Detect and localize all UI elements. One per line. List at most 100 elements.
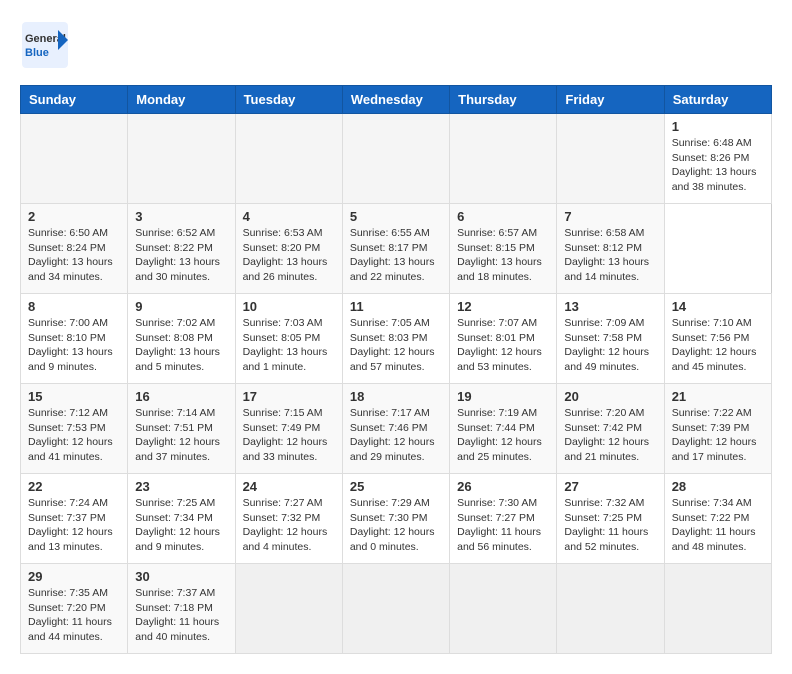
day-cell: 3Sunrise: 6:52 AMSunset: 8:22 PMDaylight… (128, 204, 235, 294)
day-number: 13 (564, 299, 656, 314)
day-info: Sunrise: 7:22 AMSunset: 7:39 PMDaylight:… (672, 406, 764, 465)
day-info: Sunrise: 6:50 AMSunset: 8:24 PMDaylight:… (28, 226, 120, 285)
empty-cell (450, 114, 557, 204)
empty-cell (342, 114, 449, 204)
day-cell: 24 Sunrise: 7:27 AMSunset: 7:32 PMDayligh… (235, 474, 342, 564)
day-info: Sunrise: 6:48 AMSunset: 8:26 PMDaylight:… (672, 136, 764, 195)
day-info: Sunrise: 7:10 AMSunset: 7:56 PMDaylight:… (672, 316, 764, 375)
day-number: 8 (28, 299, 120, 314)
day-info: Sunrise: 6:57 AMSunset: 8:15 PMDaylight:… (457, 226, 549, 285)
day-info: Sunrise: 6:53 AMSunset: 8:20 PMDaylight:… (243, 226, 335, 285)
day-cell: 4 Sunrise: 6:53 AMSunset: 8:20 PMDaylight… (235, 204, 342, 294)
day-cell: 14 Sunrise: 7:10 AMSunset: 7:56 PMDayligh… (664, 294, 771, 384)
day-info: Sunrise: 7:34 AMSunset: 7:22 PMDaylight:… (672, 496, 764, 555)
day-number: 17 (243, 389, 335, 404)
day-number: 9 (135, 299, 227, 314)
day-number: 23 (135, 479, 227, 494)
calendar-week-row: 22Sunrise: 7:24 AMSunset: 7:37 PMDayligh… (21, 474, 772, 564)
empty-cell (342, 564, 449, 654)
day-header-wednesday: Wednesday (342, 86, 449, 114)
day-number: 25 (350, 479, 442, 494)
day-cell: 5 Sunrise: 6:55 AMSunset: 8:17 PMDaylight… (342, 204, 449, 294)
day-number: 28 (672, 479, 764, 494)
day-cell: 26 Sunrise: 7:30 AMSunset: 7:27 PMDayligh… (450, 474, 557, 564)
day-number: 1 (672, 119, 764, 134)
day-cell: 27 Sunrise: 7:32 AMSunset: 7:25 PMDayligh… (557, 474, 664, 564)
empty-cell (128, 114, 235, 204)
day-cell: 18Sunrise: 7:17 AMSunset: 7:46 PMDayligh… (342, 384, 449, 474)
empty-cell (557, 564, 664, 654)
day-cell: 15 Sunrise: 7:12 AMSunset: 7:53 PMDayligh… (21, 384, 128, 474)
day-cell: 25 Sunrise: 7:29 AMSunset: 7:30 PMDayligh… (342, 474, 449, 564)
day-number: 4 (243, 209, 335, 224)
calendar-week-row: 8Sunrise: 7:00 AMSunset: 8:10 PMDaylight… (21, 294, 772, 384)
day-info: Sunrise: 7:32 AMSunset: 7:25 PMDaylight:… (564, 496, 656, 555)
day-info: Sunrise: 7:27 AMSunset: 7:32 PMDaylight:… (243, 496, 335, 555)
day-cell: 1 Sunrise: 6:48 AMSunset: 8:26 PMDaylight… (664, 114, 771, 204)
empty-cell (235, 114, 342, 204)
day-info: Sunrise: 7:29 AMSunset: 7:30 PMDaylight:… (350, 496, 442, 555)
day-info: Sunrise: 6:55 AMSunset: 8:17 PMDaylight:… (350, 226, 442, 285)
day-info: Sunrise: 7:37 AMSunset: 7:18 PMDaylight:… (135, 586, 227, 645)
day-cell: 6 Sunrise: 6:57 AMSunset: 8:15 PMDaylight… (450, 204, 557, 294)
calendar-week-row: 29 Sunrise: 7:35 AMSunset: 7:20 PMDayligh… (21, 564, 772, 654)
logo-icon: General Blue (20, 20, 70, 70)
day-number: 10 (243, 299, 335, 314)
day-info: Sunrise: 7:25 AMSunset: 7:34 PMDaylight:… (135, 496, 227, 555)
day-cell: 20Sunrise: 7:20 AMSunset: 7:42 PMDayligh… (557, 384, 664, 474)
empty-cell (450, 564, 557, 654)
day-info: Sunrise: 7:05 AMSunset: 8:03 PMDaylight:… (350, 316, 442, 375)
day-header-sunday: Sunday (21, 86, 128, 114)
day-cell: 13 Sunrise: 7:09 AMSunset: 7:58 PMDayligh… (557, 294, 664, 384)
calendar-table: SundayMondayTuesdayWednesdayThursdayFrid… (20, 85, 772, 654)
day-cell: 2 Sunrise: 6:50 AMSunset: 8:24 PMDaylight… (21, 204, 128, 294)
day-info: Sunrise: 7:09 AMSunset: 7:58 PMDaylight:… (564, 316, 656, 375)
day-cell: 11 Sunrise: 7:05 AMSunset: 8:03 PMDayligh… (342, 294, 449, 384)
svg-text:Blue: Blue (25, 47, 49, 59)
day-cell: 17 Sunrise: 7:15 AMSunset: 7:49 PMDayligh… (235, 384, 342, 474)
empty-cell (235, 564, 342, 654)
day-info: Sunrise: 7:30 AMSunset: 7:27 PMDaylight:… (457, 496, 549, 555)
day-header-monday: Monday (128, 86, 235, 114)
day-number: 16 (135, 389, 227, 404)
day-number: 14 (672, 299, 764, 314)
day-number: 26 (457, 479, 549, 494)
day-info: Sunrise: 7:07 AMSunset: 8:01 PMDaylight:… (457, 316, 549, 375)
empty-cell (664, 564, 771, 654)
calendar-header: General Blue (20, 20, 772, 75)
day-number: 11 (350, 299, 442, 314)
day-header-thursday: Thursday (450, 86, 557, 114)
day-cell: 9Sunrise: 7:02 AMSunset: 8:08 PMDaylight… (128, 294, 235, 384)
day-number: 22 (28, 479, 120, 494)
day-cell: 28 Sunrise: 7:34 AMSunset: 7:22 PMDayligh… (664, 474, 771, 564)
calendar-week-row: 15 Sunrise: 7:12 AMSunset: 7:53 PMDayligh… (21, 384, 772, 474)
day-header-friday: Friday (557, 86, 664, 114)
day-number: 27 (564, 479, 656, 494)
day-number: 5 (350, 209, 442, 224)
day-info: Sunrise: 7:15 AMSunset: 7:49 PMDaylight:… (243, 406, 335, 465)
empty-cell (21, 114, 128, 204)
day-cell: 30 Sunrise: 7:37 AMSunset: 7:18 PMDayligh… (128, 564, 235, 654)
day-number: 6 (457, 209, 549, 224)
day-number: 15 (28, 389, 120, 404)
calendar-week-row: 1 Sunrise: 6:48 AMSunset: 8:26 PMDaylight… (21, 114, 772, 204)
day-cell: 7Sunrise: 6:58 AMSunset: 8:12 PMDaylight… (557, 204, 664, 294)
day-cell: 23 Sunrise: 7:25 AMSunset: 7:34 PMDayligh… (128, 474, 235, 564)
logo: General Blue (20, 20, 70, 75)
day-cell: 21 Sunrise: 7:22 AMSunset: 7:39 PMDayligh… (664, 384, 771, 474)
day-info: Sunrise: 7:03 AMSunset: 8:05 PMDaylight:… (243, 316, 335, 375)
day-number: 24 (243, 479, 335, 494)
day-number: 29 (28, 569, 120, 584)
day-info: Sunrise: 7:12 AMSunset: 7:53 PMDaylight:… (28, 406, 120, 465)
day-header-tuesday: Tuesday (235, 86, 342, 114)
day-number: 21 (672, 389, 764, 404)
day-info: Sunrise: 7:35 AMSunset: 7:20 PMDaylight:… (28, 586, 120, 645)
day-cell: 29 Sunrise: 7:35 AMSunset: 7:20 PMDayligh… (21, 564, 128, 654)
day-info: Sunrise: 6:58 AMSunset: 8:12 PMDaylight:… (564, 226, 656, 285)
day-number: 30 (135, 569, 227, 584)
empty-cell (557, 114, 664, 204)
day-info: Sunrise: 7:17 AMSunset: 7:46 PMDaylight:… (350, 406, 442, 465)
day-info: Sunrise: 7:19 AMSunset: 7:44 PMDaylight:… (457, 406, 549, 465)
calendar-week-row: 2 Sunrise: 6:50 AMSunset: 8:24 PMDaylight… (21, 204, 772, 294)
day-number: 2 (28, 209, 120, 224)
